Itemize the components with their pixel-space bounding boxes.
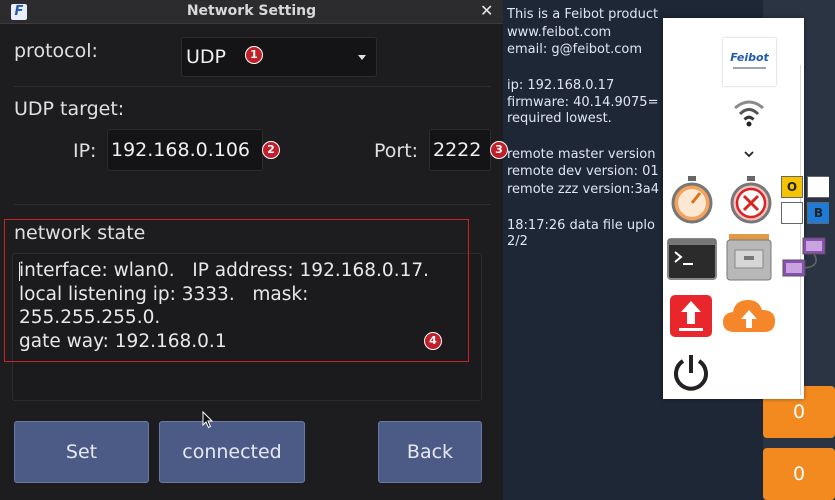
- power-icon[interactable]: [671, 352, 711, 394]
- quick-menu-popup: Feibot O B: [663, 18, 829, 399]
- divider: [14, 86, 491, 87]
- info-line: required lowest.: [507, 111, 612, 126]
- toggle-o-button[interactable]: O: [781, 176, 803, 198]
- counter-button[interactable]: 0: [763, 448, 835, 500]
- chevron-down-icon[interactable]: [744, 150, 754, 158]
- info-line: remote dev version: 01: [507, 164, 659, 179]
- mouse-cursor-icon: [202, 411, 214, 429]
- close-icon[interactable]: ✕: [480, 1, 493, 20]
- info-line: 2/2: [507, 234, 528, 249]
- callout-badge-3: 3: [490, 141, 508, 159]
- connected-button[interactable]: connected: [159, 421, 305, 483]
- callout-highlight-box: [4, 219, 469, 362]
- logo-underline: [733, 67, 766, 69]
- title-bar: F Network Setting ✕: [0, 0, 503, 24]
- toggle-blank-button[interactable]: [781, 202, 803, 224]
- port-label: Port:: [374, 140, 419, 162]
- info-line: ip: 192.168.0.17: [507, 78, 615, 93]
- ip-input[interactable]: 192.168.0.106: [107, 129, 263, 171]
- display-link-icon[interactable]: [781, 236, 829, 282]
- terminal-icon[interactable]: [667, 238, 717, 280]
- stopwatch-icon[interactable]: [669, 175, 715, 225]
- info-line: www.feibot.com: [507, 25, 612, 40]
- info-line: firmware: 40.14.9075=: [507, 95, 659, 110]
- divider: [800, 65, 801, 395]
- network-setting-dialog: F Network Setting ✕ protocol: UDP 1 UDP …: [0, 0, 508, 500]
- toggle-blank-button[interactable]: [807, 176, 829, 198]
- info-line: This is a Feibot product: [507, 7, 659, 22]
- protocol-dropdown[interactable]: UDP: [181, 37, 377, 77]
- udp-target-label: UDP target:: [14, 98, 125, 120]
- info-line: email: g@feibot.com: [507, 42, 643, 57]
- dialog-title: Network Setting: [186, 3, 317, 19]
- chevron-down-icon: [358, 55, 366, 60]
- divider: [14, 204, 491, 205]
- cloud-upload-icon[interactable]: [721, 296, 777, 336]
- callout-badge-4: 4: [424, 332, 442, 350]
- toggle-b-button[interactable]: B: [807, 202, 829, 224]
- feibot-logo: Feibot: [723, 38, 776, 86]
- callout-badge-1: 1: [245, 46, 263, 64]
- callout-badge-2: 2: [262, 141, 280, 159]
- info-panel: This is a Feibot product www.feibot.com …: [507, 0, 667, 500]
- info-line: remote master version: [507, 147, 656, 162]
- back-button[interactable]: Back: [378, 421, 482, 483]
- ip-value: 192.168.0.106: [111, 139, 251, 161]
- info-line: remote zzz version:3a4: [507, 182, 660, 197]
- protocol-value: UDP: [186, 46, 226, 68]
- port-input[interactable]: 2222: [429, 129, 491, 171]
- set-button[interactable]: Set: [14, 421, 149, 483]
- info-line: 18:17:26 data file uplo: [507, 218, 655, 233]
- wifi-icon[interactable]: [732, 98, 766, 128]
- logo-text: Feibot: [730, 51, 769, 64]
- file-cabinet-icon[interactable]: [725, 232, 773, 282]
- protocol-label: protocol:: [14, 40, 98, 62]
- upload-icon[interactable]: [669, 294, 713, 338]
- ip-label: IP:: [73, 140, 97, 162]
- stop-timer-icon[interactable]: [728, 175, 774, 225]
- port-value: 2222: [433, 139, 482, 161]
